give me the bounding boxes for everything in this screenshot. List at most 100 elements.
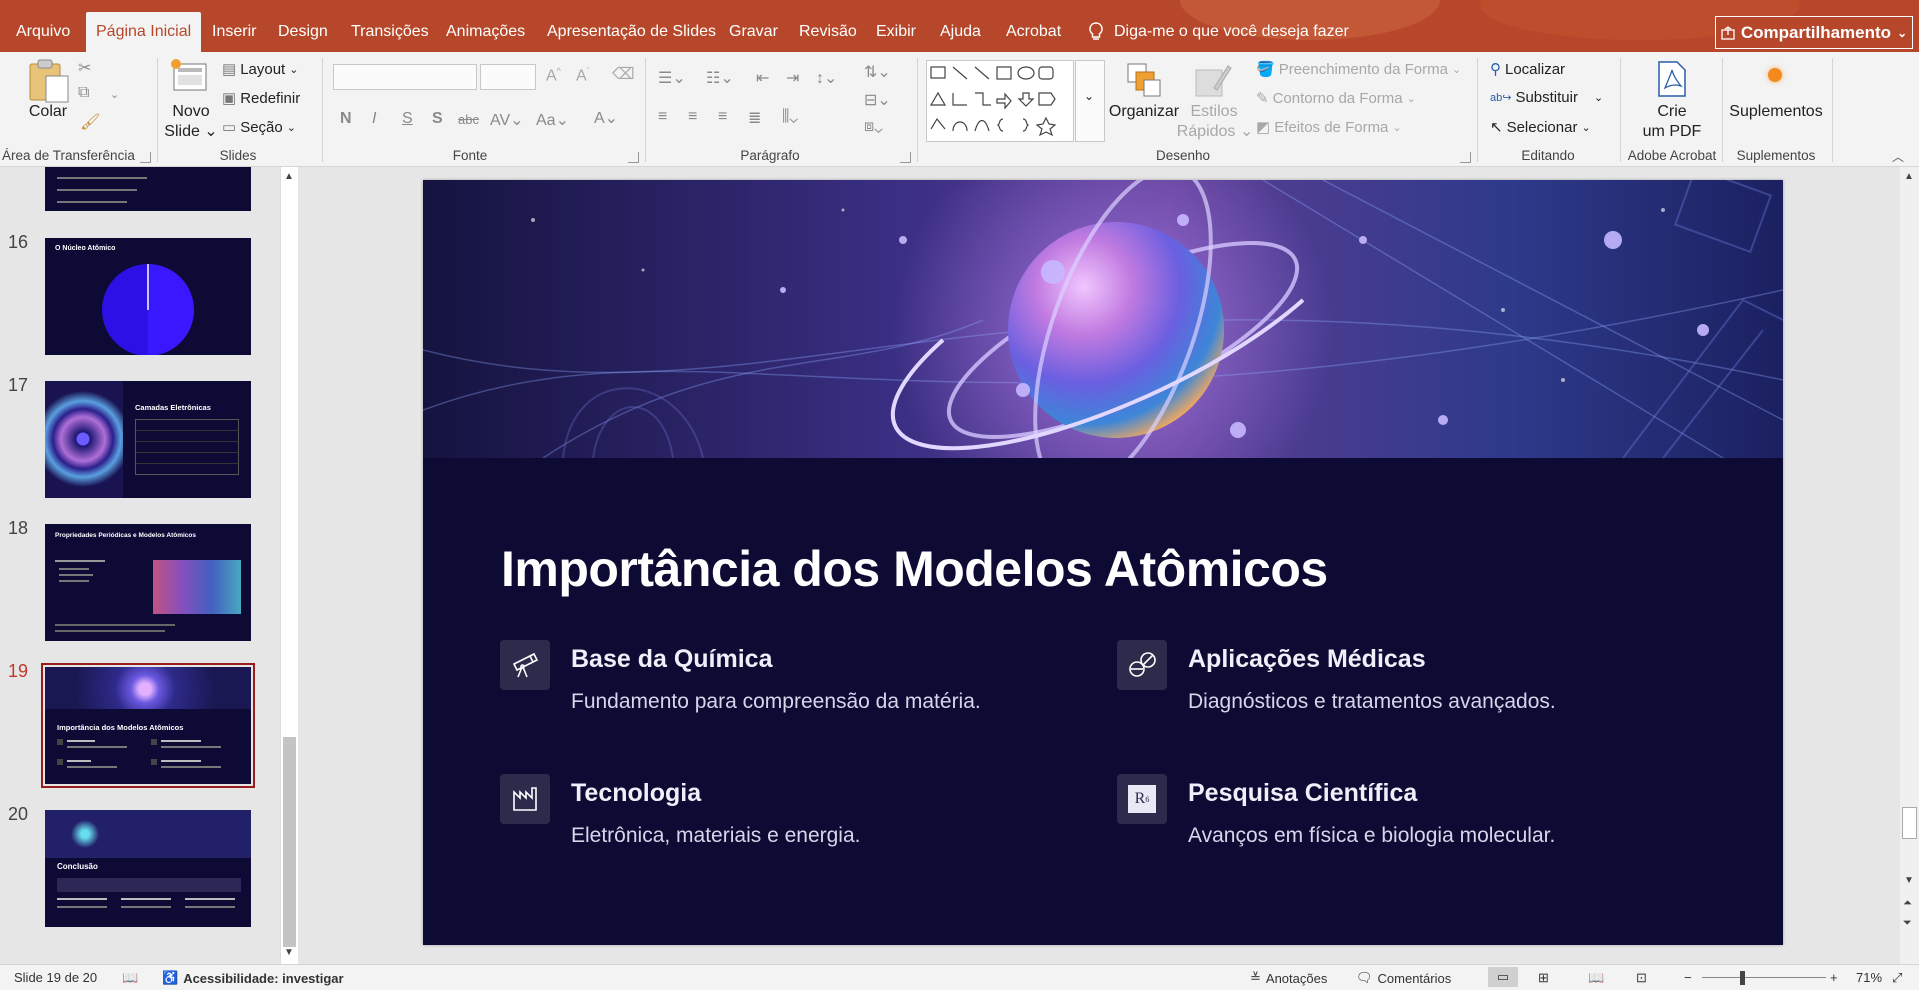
align-right-icon[interactable]: ≡ [718, 108, 727, 126]
slide-thumbnail-20[interactable]: Conclusão [45, 810, 251, 927]
slide-scrollbar[interactable]: ▲ ▼ ⏶ ⏷ [1900, 167, 1919, 964]
zoom-in-icon[interactable]: + [1830, 970, 1838, 985]
normal-view-icon[interactable]: ▭ [1488, 967, 1518, 987]
replace-button[interactable]: ab↪ Substituir ⌄ [1490, 89, 1603, 106]
thumbnail-scrollbar[interactable]: ▲ ▼ [280, 167, 298, 964]
zoom-slider-thumb[interactable] [1740, 971, 1745, 985]
shapes-gallery[interactable] [926, 60, 1074, 142]
scroll-up-icon[interactable]: ▲ [1904, 171, 1914, 182]
align-center-icon[interactable]: ≡ [688, 108, 697, 126]
copy-icon[interactable]: ⧉ [78, 84, 89, 102]
find-button[interactable]: ⚲ Localizar [1490, 60, 1565, 79]
paste-button[interactable] [28, 58, 70, 107]
previous-slide-icon[interactable]: ⏶ [1903, 897, 1912, 910]
share-button[interactable]: Compartilhamento ⌄ [1715, 16, 1913, 49]
paragraph-launcher-icon[interactable] [900, 152, 911, 163]
slide-thumbnail-16[interactable]: O Núcleo Atômico [45, 238, 251, 355]
grow-font-icon[interactable]: A^ [546, 66, 561, 85]
tab-design[interactable]: Design [268, 12, 338, 52]
layout-button[interactable]: ▤ Layout ⌄ [222, 60, 298, 79]
underline-icon[interactable]: S [402, 110, 413, 128]
smartart-icon[interactable]: ⧈⌄ [864, 118, 883, 136]
tab-exibir[interactable]: Exibir [866, 12, 926, 52]
fit-to-window-icon[interactable]: ⤢ [1892, 970, 1902, 986]
collapse-ribbon-icon[interactable]: ︿ [1892, 148, 1904, 165]
section-button[interactable]: ▭ Seção ⌄ [222, 118, 296, 137]
quick-styles-button[interactable] [1192, 60, 1232, 103]
tab-revisao[interactable]: Revisão [789, 12, 867, 52]
select-button[interactable]: ↖ Selecionar ⌄ [1490, 118, 1591, 137]
card-text: Diagnósticos e tratamentos avançados. [1188, 690, 1556, 713]
slide-title[interactable]: Importância dos Modelos Atômicos [501, 540, 1328, 598]
font-color-icon[interactable]: A⌄ [594, 108, 618, 128]
slideshow-icon[interactable]: ⊡ [1636, 970, 1647, 986]
columns-icon[interactable]: ⫼⌄ [782, 108, 798, 126]
slide-sorter-icon[interactable]: ⊞ [1538, 970, 1549, 986]
bold-icon[interactable]: N [340, 110, 352, 128]
shadow-icon[interactable]: S [432, 110, 443, 128]
slide-thumbnail-18[interactable]: Propriedades Periódicas e Modelos Atômic… [45, 524, 251, 641]
justify-icon[interactable]: ≣ [748, 108, 761, 128]
zoom-out-icon[interactable]: − [1684, 970, 1692, 985]
slide-thumbnail-15[interactable] [45, 167, 251, 211]
numbering-icon[interactable]: ☷⌄ [706, 68, 734, 88]
clipboard-launcher-icon[interactable] [140, 152, 151, 163]
tab-animacoes[interactable]: Animações [436, 12, 535, 52]
zoom-level[interactable]: 71% [1856, 970, 1882, 985]
scroll-down-icon[interactable]: ▼ [1904, 875, 1914, 886]
slide-thumbnail-19[interactable]: Importância dos Modelos Atômicos [45, 667, 251, 784]
text-direction-icon[interactable]: ⇅⌄ [864, 62, 891, 82]
new-slide-button[interactable] [170, 58, 210, 101]
tab-acrobat[interactable]: Acrobat [996, 12, 1071, 52]
shape-outline-button[interactable]: ✎ Contorno da Forma ⌄ [1256, 89, 1416, 108]
tell-me-search[interactable]: Diga-me o que você deseja fazer [1088, 12, 1349, 52]
scroll-up-icon[interactable]: ▲ [284, 171, 294, 182]
reading-view-icon[interactable]: 📖 [1588, 970, 1604, 986]
align-text-icon[interactable]: ⊟⌄ [864, 90, 891, 110]
scissors-icon[interactable]: ✂ [78, 58, 91, 78]
tab-ajuda[interactable]: Ajuda [930, 12, 991, 52]
clear-format-icon[interactable]: ⌫ [612, 64, 635, 84]
increase-indent-icon[interactable]: ⇥ [786, 68, 799, 88]
tab-inserir[interactable]: Inserir [202, 12, 266, 52]
tab-arquivo[interactable]: Arquivo [6, 12, 80, 52]
scrollbar-thumb[interactable] [283, 737, 296, 947]
accessibility-button[interactable]: ♿ Acessibilidade: investigar [162, 970, 344, 986]
next-slide-icon[interactable]: ⏷ [1903, 917, 1912, 930]
scrollbar-thumb[interactable] [1902, 807, 1917, 839]
hero-image-atom[interactable] [423, 180, 1783, 458]
decrease-indent-icon[interactable]: ⇤ [756, 68, 769, 88]
font-launcher-icon[interactable] [628, 152, 639, 163]
line-spacing-icon[interactable]: ↕⌄ [816, 68, 837, 88]
char-spacing-icon[interactable]: AV⌄ [490, 110, 524, 130]
strikethrough-icon[interactable]: abc [458, 112, 479, 127]
bullets-icon[interactable]: ☰⌄ [658, 68, 686, 88]
font-name-combo[interactable] [333, 64, 477, 90]
tab-pagina-inicial[interactable]: Página Inicial [86, 12, 202, 52]
comments-button[interactable]: 🗨 Comentários [1356, 970, 1451, 986]
slide-thumbnail-17[interactable]: Camadas Eletrônicas [45, 381, 251, 498]
notes-spelling-icon[interactable]: 📖 [122, 970, 138, 986]
font-size-combo[interactable] [480, 64, 536, 90]
addins-icon[interactable] [1768, 68, 1782, 82]
zoom-slider[interactable] [1702, 977, 1826, 978]
drawing-launcher-icon[interactable] [1460, 152, 1471, 163]
reset-button[interactable]: ▣ Redefinir [222, 89, 300, 108]
scroll-down-icon[interactable]: ▼ [284, 947, 294, 958]
italic-icon[interactable]: I [372, 110, 376, 128]
tab-gravar[interactable]: Gravar [719, 12, 788, 52]
arrange-button[interactable] [1124, 60, 1164, 103]
shape-effects-button[interactable]: ◩ Efeitos de Forma ⌄ [1256, 118, 1402, 137]
create-pdf-button[interactable] [1655, 60, 1689, 101]
slide-canvas[interactable]: Importância dos Modelos Atômicos Base da… [423, 180, 1783, 945]
change-case-icon[interactable]: Aa⌄ [536, 110, 569, 130]
shapes-gallery-more-button[interactable]: ⌄ [1075, 60, 1105, 142]
chevron-down-icon[interactable]: ⌄ [110, 88, 119, 101]
tab-apresentacao[interactable]: Apresentação de Slides [537, 12, 726, 52]
notes-button[interactable]: ≚ Anotações [1250, 970, 1327, 986]
shape-fill-button[interactable]: 🪣 Preenchimento da Forma ⌄ [1256, 60, 1461, 79]
align-left-icon[interactable]: ≡ [658, 108, 667, 126]
shrink-font-icon[interactable]: Aˇ [576, 66, 590, 85]
tab-transicoes[interactable]: Transições [341, 12, 439, 52]
format-painter-icon[interactable]: 🖌 [80, 112, 100, 132]
